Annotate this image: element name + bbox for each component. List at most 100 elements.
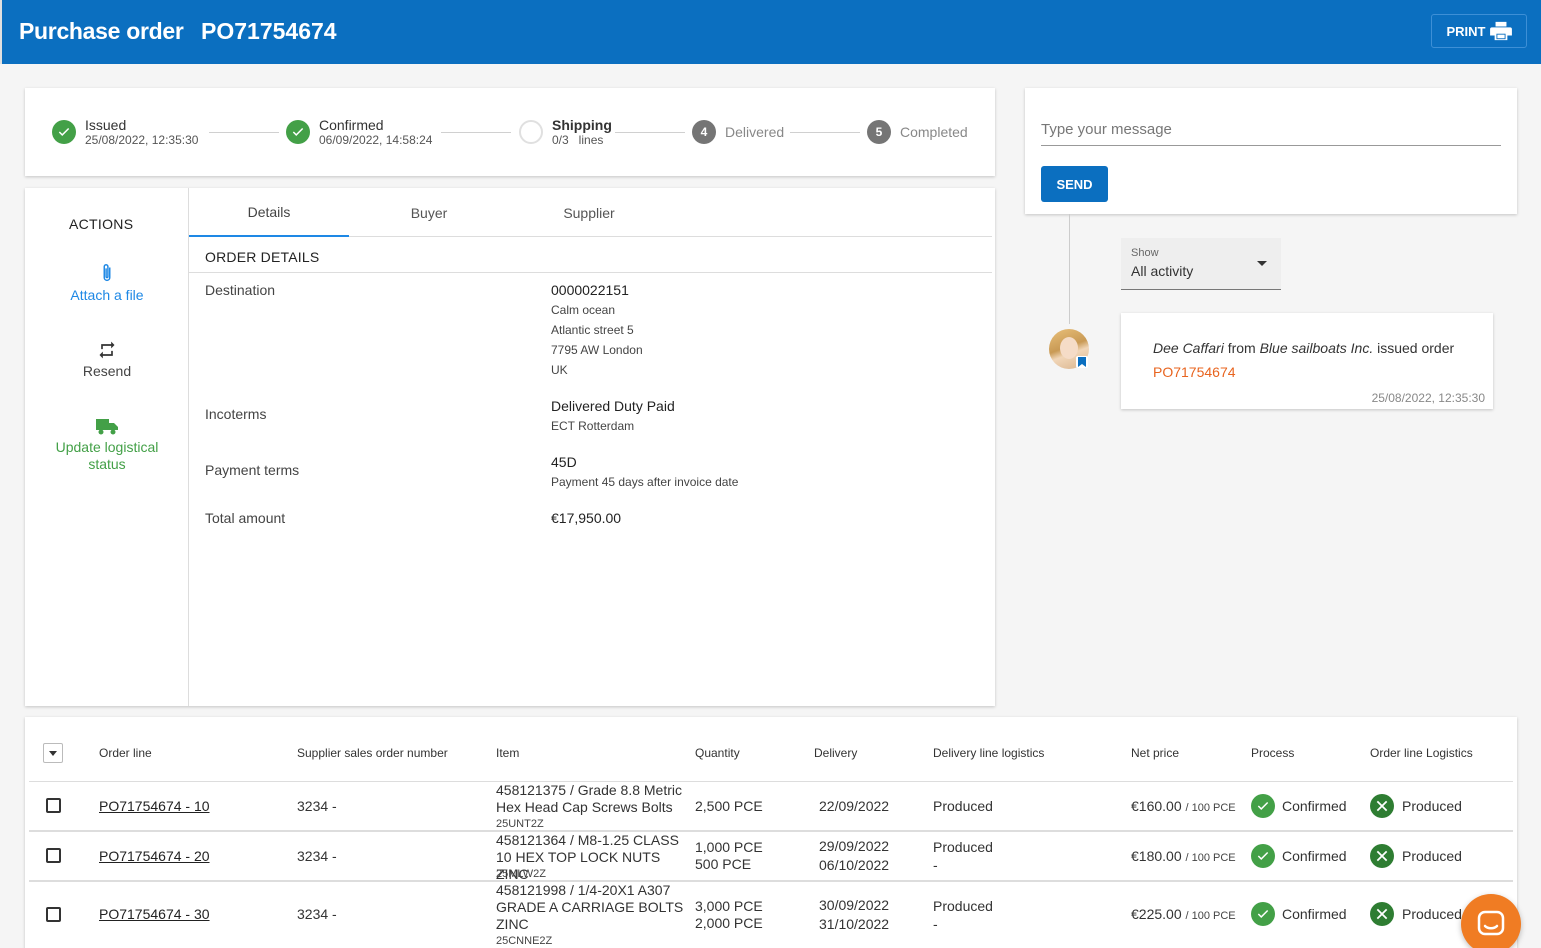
column-header[interactable]: Supplier sales order number — [297, 746, 448, 760]
step-issued: Issued 25/08/2022, 12:35:30 — [52, 88, 198, 176]
chat-icon — [1477, 910, 1505, 936]
order-line-link[interactable]: PO71754674 - 10 — [99, 798, 210, 815]
tools-icon — [1370, 844, 1394, 868]
delivery-date: 29/09/2022 — [819, 838, 890, 854]
column-header[interactable]: Order line — [99, 746, 152, 760]
page-title: Purchase order — [19, 18, 184, 44]
resend-button[interactable]: Resend — [25, 340, 189, 380]
destination-code: 0000022151 — [551, 282, 629, 298]
row-checkbox[interactable] — [46, 798, 61, 813]
activity-user: Dee Caffari — [1153, 340, 1224, 356]
check-icon — [52, 120, 76, 144]
item-code: 25CNNE2Z — [496, 935, 553, 947]
row-checkbox[interactable] — [46, 907, 61, 922]
attach-file-button[interactable]: Attach a file — [25, 262, 189, 304]
payment-code: 45D — [551, 454, 577, 470]
destination-label: Destination — [205, 282, 276, 298]
quantity: 2,000 PCE — [695, 915, 763, 931]
order-line-link[interactable]: PO71754674 - 30 — [99, 906, 210, 923]
printer-icon — [1489, 21, 1512, 41]
avatar — [1049, 329, 1089, 369]
activity-timestamp: 25/08/2022, 12:35:30 — [1371, 391, 1485, 405]
column-header[interactable]: Delivery — [814, 746, 857, 760]
step-connector — [615, 132, 685, 133]
step-date: 25/08/2022, 12:35:30 — [85, 132, 199, 147]
net-price: €160.00 / 100 PCE — [1131, 798, 1236, 814]
step-date: 06/09/2022, 14:58:24 — [319, 132, 433, 147]
quantity: 3,000 PCE — [695, 898, 763, 914]
divider — [29, 880, 1513, 882]
step-completed: 5 Completed — [867, 88, 968, 176]
payment-terms-value: 45D Payment 45 days after invoice date — [551, 452, 738, 492]
supplier-so: 3234 - — [297, 848, 337, 864]
activity-company: Blue sailboats Inc. — [1259, 340, 1374, 356]
tab-details[interactable]: Details — [189, 188, 349, 237]
supplier-so: 3234 - — [297, 906, 337, 922]
chat-launcher-button[interactable] — [1461, 894, 1521, 948]
print-label: PRINT — [1446, 23, 1486, 39]
order-line-link[interactable]: PO71754674 - 20 — [99, 848, 210, 865]
step-label: Completed — [900, 124, 968, 140]
delivery-date: 31/10/2022 — [819, 916, 890, 932]
column-header[interactable]: Delivery line logistics — [933, 746, 1044, 760]
divider — [29, 830, 1513, 832]
update-logistical-status-button[interactable]: Update logistical status — [25, 416, 189, 473]
check-icon — [286, 120, 310, 144]
paperclip-icon — [103, 264, 111, 281]
delivery-line-logistics: - — [933, 916, 938, 932]
column-header[interactable]: Order line Logistics — [1370, 746, 1473, 760]
delivery-line-logistics: Produced — [933, 839, 993, 855]
divider — [29, 781, 1513, 782]
circle-icon — [519, 120, 543, 144]
step-number: 5 — [867, 120, 891, 144]
filter-label: Show — [1131, 247, 1159, 259]
order-details-title: ORDER DETAILS — [205, 249, 320, 265]
tools-icon — [1370, 902, 1394, 926]
delivery-date: 06/10/2022 — [819, 857, 890, 873]
tab-supplier[interactable]: Supplier — [509, 188, 669, 237]
column-header[interactable]: Net price — [1131, 746, 1179, 760]
order-line-logistics: Produced — [1402, 848, 1462, 864]
tab-buyer[interactable]: Buyer — [349, 188, 509, 237]
delivery-line-logistics: - — [933, 857, 938, 873]
column-header[interactable]: Item — [496, 746, 519, 760]
supplier-so: 3234 - — [297, 798, 337, 814]
check-circle-icon — [1251, 902, 1275, 926]
order-panel: ACTIONS Attach a file Resend Update logi… — [25, 188, 995, 706]
activity-order-link[interactable]: PO71754674 — [1153, 364, 1236, 380]
incoterms-value: Delivered Duty Paid ECT Rotterdam — [551, 396, 675, 436]
message-box: Type your message SEND — [1025, 88, 1517, 214]
incoterms-label: Incoterms — [205, 406, 267, 422]
column-header[interactable]: Process — [1251, 746, 1294, 760]
incoterms-term: Delivered Duty Paid — [551, 398, 675, 414]
incoterms-location: ECT Rotterdam — [551, 419, 635, 433]
select-all-dropdown[interactable] — [43, 743, 63, 763]
destination-value: 0000022151 Calm ocean Atlantic street 5 … — [551, 280, 643, 380]
bookmark-icon — [1076, 356, 1088, 368]
timeline-line — [1069, 214, 1070, 324]
row-checkbox[interactable] — [46, 848, 61, 863]
status-stepper: Issued 25/08/2022, 12:35:30 Confirmed 06/0… — [25, 88, 995, 176]
net-price: €180.00 / 100 PCE — [1131, 848, 1236, 864]
message-input[interactable]: Type your message — [1041, 116, 1501, 146]
delivery-line-logistics: Produced — [933, 898, 993, 914]
destination-country: UK — [551, 363, 568, 377]
net-price: €225.00 / 100 PCE — [1131, 906, 1236, 922]
quantity: 2,500 PCE — [695, 798, 763, 814]
destination-city: 7795 AW London — [551, 343, 643, 357]
delivery-date: 22/09/2022 — [819, 798, 890, 814]
divider — [189, 272, 992, 273]
send-button[interactable]: SEND — [1041, 166, 1108, 202]
total-amount-value: €17,950.00 — [551, 510, 622, 526]
step-shipping: Shipping 0/3 lines — [519, 88, 612, 176]
destination-street: Atlantic street 5 — [551, 323, 634, 337]
detail-tabs: Details Buyer Supplier — [189, 188, 992, 237]
print-button[interactable]: PRINT — [1431, 14, 1527, 48]
item-description: 458121998 / 1/4-20X1 A307 GRADE A CARRIA… — [496, 882, 684, 932]
actions-title: ACTIONS — [69, 216, 134, 232]
delivery-line-logistics: Produced — [933, 798, 993, 814]
delivery-date: 30/09/2022 — [819, 897, 890, 913]
resend-label: Resend — [82, 363, 132, 379]
activity-filter-select[interactable]: Show All activity — [1121, 238, 1281, 290]
column-header[interactable]: Quantity — [695, 746, 740, 760]
